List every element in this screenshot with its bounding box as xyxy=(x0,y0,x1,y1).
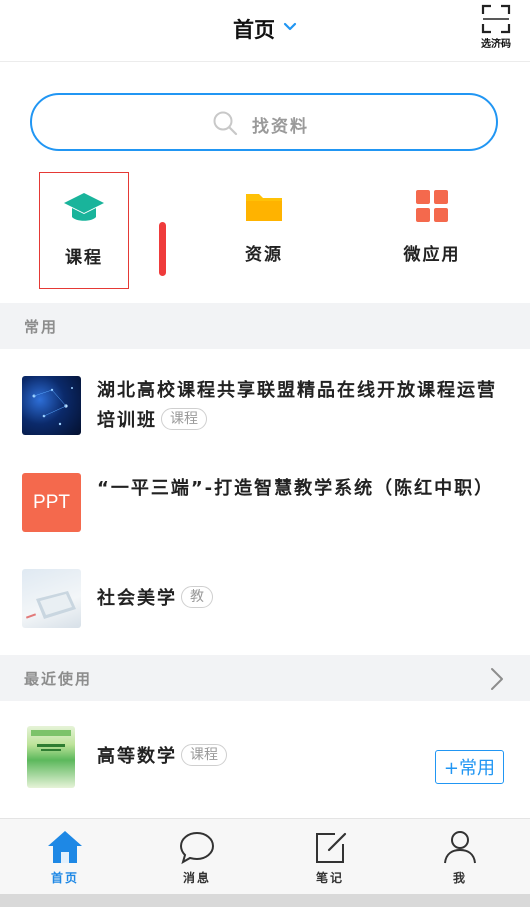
tab-messages-label: 消息 xyxy=(182,871,211,885)
tech-dots-decoration xyxy=(32,387,73,426)
item-title-text: 湖北高校课程共享联盟精品在线开放课程运营培训班 xyxy=(97,380,497,431)
textbook-cover-decoration xyxy=(31,730,71,751)
item-tag: 课程 xyxy=(161,408,207,430)
textbook-cover-thumbnail xyxy=(27,726,75,788)
list-item-title: “一平三端”-打造智慧教学系统（陈红中职） xyxy=(97,478,495,499)
chevron-down-icon xyxy=(283,22,297,31)
quick-actions: 课程 资源 微应用 xyxy=(0,170,530,300)
tab-home-label: 首页 xyxy=(50,871,79,885)
tab-messages[interactable]: 消息 xyxy=(162,829,232,886)
ppt-thumbnail: PPT xyxy=(22,473,81,532)
section-frequent-title: 常用 xyxy=(24,318,59,336)
list-item[interactable]: 社会美学教 xyxy=(0,564,530,644)
quick-resource-label: 资源 xyxy=(245,245,283,265)
ppt-thumbnail-label: PPT xyxy=(33,491,70,513)
section-recent-header[interactable]: 最近使用 xyxy=(0,655,530,701)
list-item-title: 社会美学教 xyxy=(97,584,510,614)
laptop-decoration xyxy=(25,591,76,619)
quick-course-button[interactable]: 课程 xyxy=(39,172,129,289)
quick-resource-button[interactable]: 资源 xyxy=(219,170,309,288)
page-title: 首页 xyxy=(233,18,275,42)
scan-code-button[interactable]: 选济码 xyxy=(476,4,516,50)
graduation-cap-icon xyxy=(64,193,104,221)
grid-apps-icon xyxy=(416,190,448,222)
scan-label: 选济码 xyxy=(481,39,511,50)
item-tag: 课程 xyxy=(181,744,227,766)
tab-home[interactable]: 首页 xyxy=(30,829,100,886)
user-icon xyxy=(444,831,476,864)
tab-notes[interactable]: 笔记 xyxy=(295,829,365,886)
desk-thumbnail xyxy=(22,569,81,628)
quick-course-label: 课程 xyxy=(65,248,103,268)
list-item-title: 湖北高校课程共享联盟精品在线开放课程运营培训班 课程 xyxy=(97,376,510,436)
message-bubble-icon xyxy=(179,831,215,865)
tab-me-label: 我 xyxy=(452,871,467,885)
quick-microapp-button[interactable]: 微应用 xyxy=(387,170,477,288)
section-recent-title: 最近使用 xyxy=(24,670,93,688)
top-bar: 首页 选济码 xyxy=(0,0,530,62)
tab-me[interactable]: 我 xyxy=(425,829,495,886)
search-bar[interactable]: 找资料 xyxy=(30,93,498,151)
folder-icon xyxy=(246,194,282,221)
list-item[interactable]: PPT “一平三端”-打造智慧教学系统（陈红中职） xyxy=(0,464,530,554)
add-to-frequent-button[interactable]: +常用 xyxy=(434,750,504,784)
tech-thumbnail xyxy=(22,376,81,435)
item-title-text: 高等数学 xyxy=(97,746,177,767)
item-tag: 教 xyxy=(181,586,213,608)
item-title-text: 社会美学 xyxy=(97,588,177,609)
system-nav-strip xyxy=(0,894,530,907)
list-item[interactable]: 高等数学 课程 +常用 xyxy=(0,712,530,812)
tab-notes-label: 笔记 xyxy=(315,871,344,885)
chevron-right-icon xyxy=(491,668,503,690)
home-icon xyxy=(48,831,82,863)
list-item[interactable]: 湖北高校课程共享联盟精品在线开放课程运营培训班 课程 xyxy=(0,366,530,454)
page-title-switcher[interactable]: 首页 xyxy=(0,14,530,44)
quick-microapp-label: 微应用 xyxy=(403,245,461,265)
section-frequent-header: 常用 xyxy=(0,303,530,349)
note-edit-icon xyxy=(316,832,347,863)
search-placeholder: 找资料 xyxy=(252,117,309,137)
scan-frame-icon xyxy=(481,4,511,34)
search-icon xyxy=(213,111,238,136)
red-cursor-marker xyxy=(159,222,166,276)
